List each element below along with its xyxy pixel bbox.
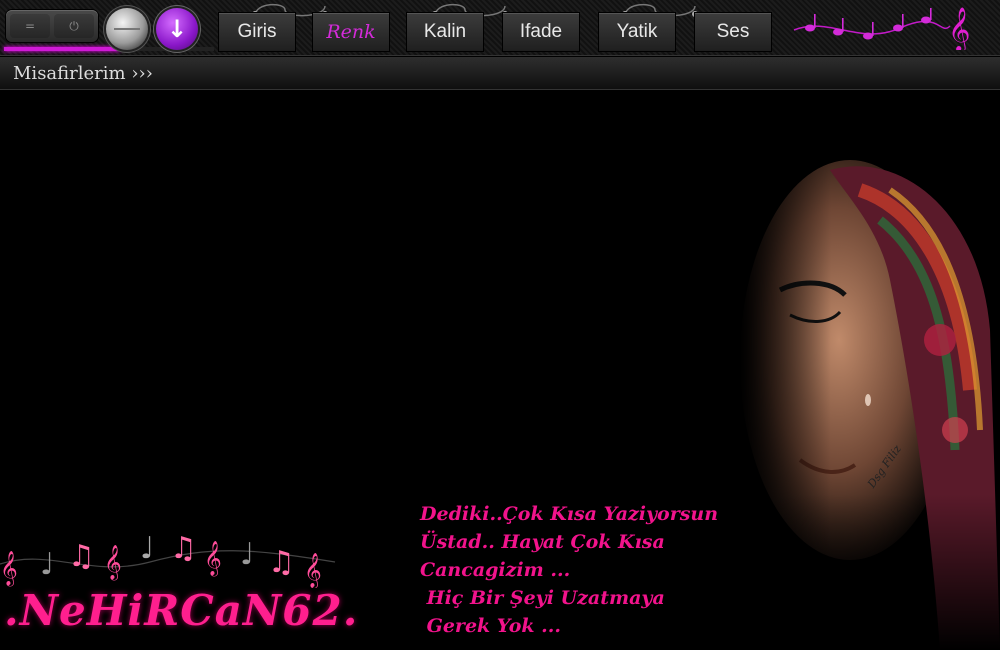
poem-line: Dediki..Çok Kısa Yaziyorsun [420, 503, 719, 525]
svg-text:♫: ♫ [170, 531, 197, 566]
svg-text:♫: ♫ [268, 545, 295, 580]
svg-text:♩: ♩ [240, 537, 254, 572]
svg-text:𝄞: 𝄞 [104, 545, 122, 581]
svg-text:♩: ♩ [40, 547, 54, 582]
mode-switch[interactable]: = ⏻ [6, 10, 98, 42]
top-toolbar: = ⏻ ↓ Giris Renk Kalin Ifade Yatik Ses 𝄞 [0, 0, 1000, 56]
poem-line: Gerek Yok ... [420, 615, 562, 637]
nav-yatik[interactable]: Yatik [598, 12, 676, 52]
power-icon[interactable]: ⏻ [54, 14, 94, 38]
weeping-woman-portrait [740, 130, 1000, 650]
music-notes-decoration: 𝄞 ♩ ♫ 𝄞 ♩ ♫ 𝄞 ♩ ♫ 𝄞 [0, 531, 336, 588]
guest-link[interactable]: Misafirlerim ››› [13, 63, 153, 84]
volume-knob[interactable] [106, 8, 148, 50]
nav-giris[interactable]: Giris [218, 12, 296, 52]
equals-icon[interactable]: = [10, 14, 50, 38]
poem-line: Üstad.. Hayat Çok Kısa [420, 531, 665, 553]
nav-renk[interactable]: Renk [312, 12, 390, 52]
svg-text:𝄞: 𝄞 [304, 553, 322, 588]
poem-line: Hiç Bir Şeyi Uzatmaya [420, 587, 665, 609]
download-button[interactable]: ↓ [156, 8, 198, 50]
svg-text:𝄞: 𝄞 [0, 551, 18, 587]
author-signature: .NeHiRCaN62. [4, 586, 359, 635]
svg-text:♩: ♩ [140, 531, 154, 566]
nav-ses[interactable]: Ses [694, 12, 772, 52]
music-notes-icon: 𝄞 [793, 7, 970, 50]
svg-text:𝄞: 𝄞 [948, 7, 970, 50]
poem-line: Cancagizim ... [420, 559, 571, 581]
poem: Dediki..Çok Kısa Yaziyorsun Üstad.. Haya… [420, 500, 740, 640]
nav-kalin[interactable]: Kalin [406, 12, 484, 52]
guest-bar: Misafirlerim ››› [0, 57, 1000, 90]
svg-text:♫: ♫ [68, 539, 95, 574]
progress-fill [4, 47, 120, 51]
svg-text:𝄞: 𝄞 [204, 541, 222, 577]
nav-ifade[interactable]: Ifade [502, 12, 580, 52]
